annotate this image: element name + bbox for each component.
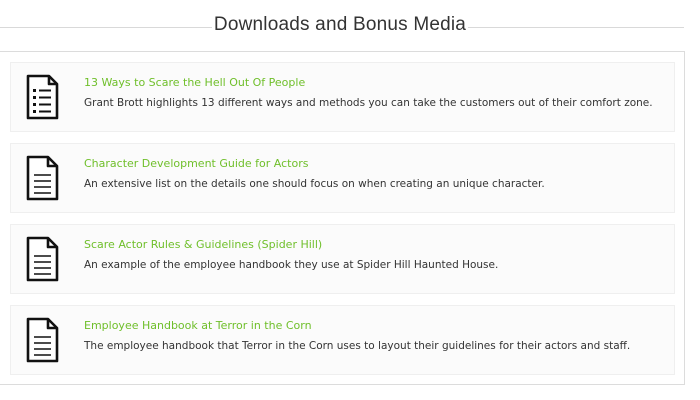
section-header: Downloads and Bonus Media [0,12,700,42]
download-item-character-guide[interactable]: Character Development Guide for Actors A… [10,143,675,213]
header-divider-left [0,27,212,28]
download-description: An extensive list on the details one sho… [84,178,545,190]
download-item-terror-corn-handbook[interactable]: Employee Handbook at Terror in the Corn … [10,305,675,375]
list-document-icon [23,73,61,121]
download-title-link[interactable]: Scare Actor Rules & Guidelines (Spider H… [84,238,322,251]
download-description: The employee handbook that Terror in the… [84,340,631,352]
download-item-13-ways[interactable]: 13 Ways to Scare the Hell Out Of People … [10,62,675,132]
header-divider-right [468,27,684,28]
download-description: Grant Brott highlights 13 different ways… [84,97,653,109]
download-title-link[interactable]: Character Development Guide for Actors [84,157,308,170]
downloads-page: Downloads and Bonus Media 13 Ways to Sca… [0,0,700,400]
document-icon [23,154,61,202]
document-icon [23,235,61,283]
document-icon [23,316,61,364]
download-title-link[interactable]: 13 Ways to Scare the Hell Out Of People [84,76,305,89]
section-title: Downloads and Bonus Media [213,14,467,35]
download-item-spider-hill-rules[interactable]: Scare Actor Rules & Guidelines (Spider H… [10,224,675,294]
downloads-panel: 13 Ways to Scare the Hell Out Of People … [0,51,685,385]
download-title-link[interactable]: Employee Handbook at Terror in the Corn [84,319,312,332]
download-description: An example of the employee handbook they… [84,259,499,271]
